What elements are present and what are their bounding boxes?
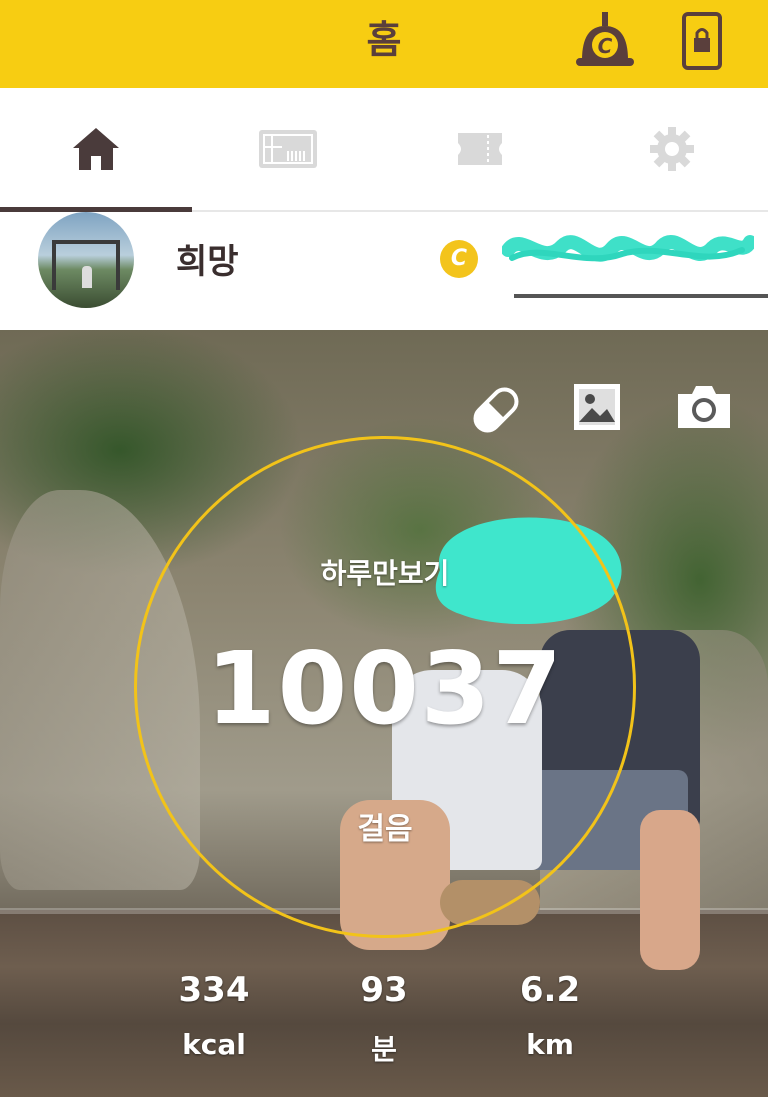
step-count: 10037 bbox=[206, 630, 564, 747]
tab-gift-card[interactable] bbox=[192, 88, 384, 210]
profile-row: 희망 C bbox=[0, 212, 768, 330]
phone-lock-icon[interactable] bbox=[682, 12, 722, 70]
gear-icon bbox=[650, 127, 694, 171]
stat-value: 334 bbox=[178, 970, 250, 1010]
ticket-icon bbox=[458, 133, 502, 165]
svg-text:C: C bbox=[598, 34, 613, 58]
stat-distance: 6.2 km bbox=[490, 970, 610, 1061]
page-title: 홈 bbox=[366, 18, 402, 62]
tab-ticket[interactable] bbox=[384, 88, 576, 210]
tab-bar bbox=[0, 88, 768, 212]
username: 희망 bbox=[176, 242, 239, 282]
tab-home[interactable] bbox=[0, 88, 192, 212]
stat-unit: kcal bbox=[182, 1028, 246, 1061]
app-header: 홈 C bbox=[0, 0, 768, 88]
avatar[interactable] bbox=[38, 212, 134, 308]
goal-label: 하루만보기 bbox=[320, 557, 450, 590]
stat-calories: 334 kcal bbox=[154, 970, 274, 1061]
camera-icon[interactable] bbox=[674, 382, 734, 438]
hero-panel: 하루만보기 10037 걸음 334 kcal 93 분 6.2 km bbox=[0, 330, 768, 1097]
redaction-scribble bbox=[502, 235, 754, 262]
profile-divider bbox=[514, 294, 768, 298]
gift-card-icon bbox=[259, 130, 317, 168]
gallery-icon[interactable] bbox=[572, 382, 632, 438]
stat-value: 93 bbox=[360, 970, 408, 1010]
tab-settings[interactable] bbox=[576, 88, 768, 210]
stat-unit: 분 bbox=[371, 1033, 397, 1066]
stat-unit: km bbox=[526, 1028, 574, 1061]
step-unit: 걸음 bbox=[357, 812, 413, 847]
stat-minutes: 93 분 bbox=[324, 970, 444, 1068]
coin-icon: C bbox=[440, 240, 478, 278]
pill-icon[interactable] bbox=[466, 382, 526, 438]
coin-badge-icon[interactable]: C bbox=[576, 12, 634, 68]
home-icon bbox=[73, 128, 119, 170]
stat-value: 6.2 bbox=[519, 970, 581, 1010]
